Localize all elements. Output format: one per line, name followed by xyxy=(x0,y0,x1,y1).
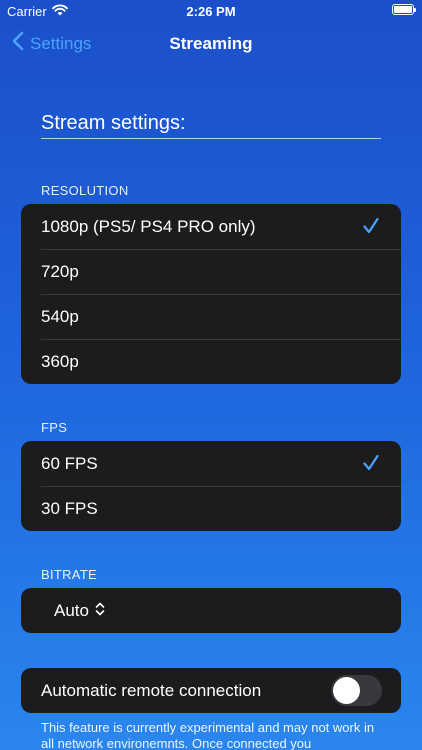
fps-option[interactable]: 60 FPS xyxy=(21,441,401,486)
remote-connection-row: Automatic remote connection xyxy=(21,668,401,713)
checkmark-icon xyxy=(363,454,379,477)
toggle-knob xyxy=(333,677,360,704)
status-right xyxy=(392,4,416,15)
resolution-option[interactable]: 1080p (PS5/ PS4 PRO only) xyxy=(21,204,401,249)
remote-group: Automatic remote connection xyxy=(21,668,401,713)
resolution-group: 1080p (PS5/ PS4 PRO only) 720p 540p 360p xyxy=(21,204,401,384)
bitrate-value: Auto xyxy=(54,600,89,620)
option-label: 30 FPS xyxy=(41,498,98,518)
remote-connection-toggle[interactable] xyxy=(331,675,382,706)
page-title: Streaming xyxy=(169,34,253,53)
chevron-up-down-icon xyxy=(95,601,105,621)
resolution-option[interactable]: 360p xyxy=(21,339,401,384)
stream-settings-field[interactable]: Stream settings: xyxy=(41,108,381,139)
fps-group: 60 FPS 30 FPS xyxy=(21,441,401,531)
option-label: 360p xyxy=(41,351,79,371)
option-label: 1080p (PS5/ PS4 PRO only) xyxy=(41,216,256,236)
bitrate-group: Auto xyxy=(21,588,401,633)
bitrate-picker[interactable]: Auto xyxy=(21,588,401,633)
fps-header: FPS xyxy=(41,420,68,435)
option-label: 720p xyxy=(41,261,79,281)
bitrate-header: BITRATE xyxy=(41,567,98,582)
option-label: 60 FPS xyxy=(41,453,98,473)
resolution-header: RESOLUTION xyxy=(41,183,129,198)
resolution-option[interactable]: 720p xyxy=(21,249,401,294)
remote-footnote: This feature is currently experimental a… xyxy=(41,720,375,750)
remote-connection-label: Automatic remote connection xyxy=(41,680,262,700)
battery-icon xyxy=(392,4,416,15)
status-bar: Carrier 2:26 PM xyxy=(0,0,422,22)
nav-bar: Settings Streaming xyxy=(0,22,422,66)
checkmark-icon xyxy=(363,217,379,240)
status-time: 2:26 PM xyxy=(186,4,236,19)
resolution-option[interactable]: 540p xyxy=(21,294,401,339)
fps-option[interactable]: 30 FPS xyxy=(21,486,401,531)
option-label: 540p xyxy=(41,306,79,326)
